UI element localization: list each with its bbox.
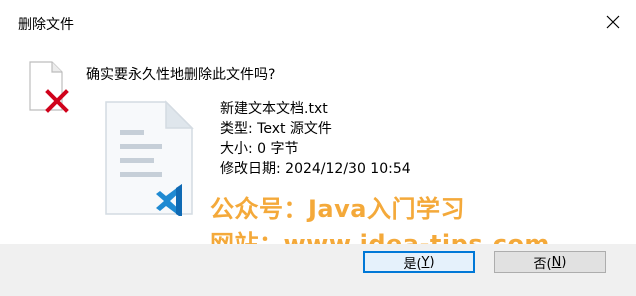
dialog-content: 确实要永久性地删除此文件吗? 新建文本文档.txt 类型: Text 源文件 大… — [0, 44, 636, 258]
window-title: 删除文件 — [18, 17, 74, 33]
close-icon — [606, 15, 620, 29]
close-button[interactable] — [590, 0, 636, 44]
no-button[interactable]: 否(N) — [494, 251, 606, 273]
delete-file-icon — [29, 61, 69, 113]
yes-label: 是( — [403, 256, 422, 272]
yes-label-end: ) — [429, 254, 435, 270]
delete-file-dialog: 删除文件 确实要永久性地删除此文件吗? 新建文本文档.txt 类型: Text … — [0, 0, 636, 296]
file-size: 大小: 0 字节 — [220, 141, 299, 157]
no-accelerator: N — [551, 254, 562, 270]
title-bar: 删除文件 — [0, 0, 636, 44]
no-label-end: ) — [561, 254, 567, 270]
confirm-question: 确实要永久性地删除此文件吗? — [86, 67, 276, 83]
yes-button[interactable]: 是(Y) — [363, 251, 475, 273]
file-type: 类型: Text 源文件 — [220, 121, 332, 137]
file-info: 新建文本文档.txt 类型: Text 源文件 大小: 0 字节 修改日期: 2… — [220, 99, 411, 179]
text-file-vscode-icon — [105, 100, 194, 216]
no-label: 否( — [533, 256, 552, 272]
file-name: 新建文本文档.txt — [220, 101, 328, 117]
file-modified: 修改日期: 2024/12/30 10:54 — [220, 161, 411, 177]
yes-accelerator: Y — [421, 254, 430, 270]
watermark-line-1: 公众号：Java入门学习 — [210, 195, 465, 223]
